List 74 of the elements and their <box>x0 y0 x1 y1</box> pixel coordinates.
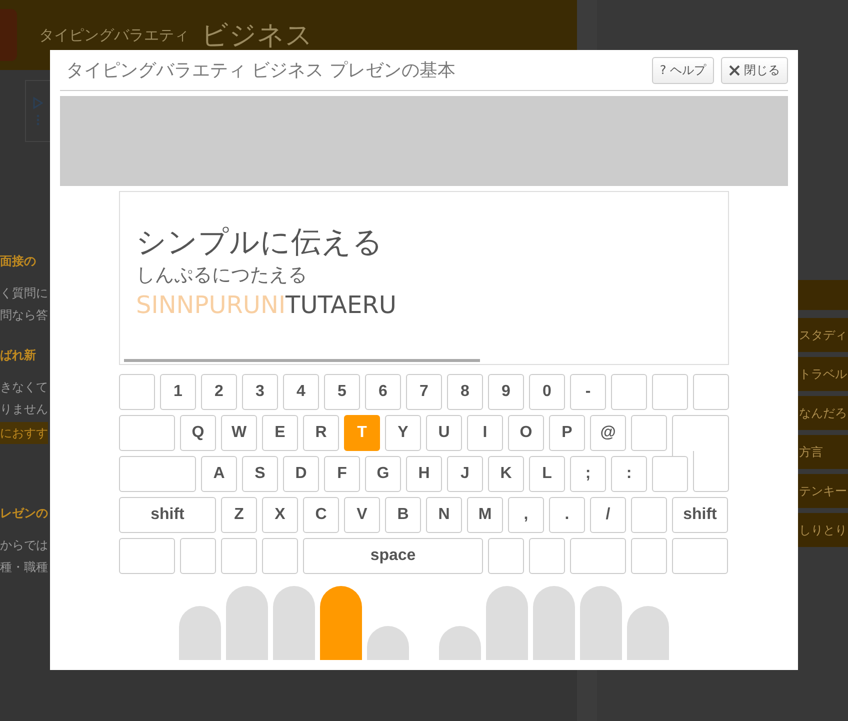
keyboard-key: 9 <box>488 374 524 410</box>
keyboard-key: space <box>303 538 483 574</box>
keyboard-key: O <box>508 415 544 451</box>
keyboard-key: 4 <box>283 374 319 410</box>
menu-item[interactable]: 方言 <box>797 435 848 469</box>
article-text: からでは <box>0 537 48 554</box>
keyboard-key: I <box>467 415 503 451</box>
keyboard-key: . <box>549 497 585 533</box>
keyboard-key: W <box>221 415 257 451</box>
close-icon <box>729 64 740 76</box>
keyboard-key: T <box>344 415 380 451</box>
menu-item[interactable]: スタディ <box>797 318 848 352</box>
menu-item[interactable]: なんだろ <box>797 396 848 430</box>
keyboard-key: 0 <box>529 374 565 410</box>
keyboard-key: M <box>467 497 503 533</box>
article-title: 面接の <box>0 253 36 270</box>
keyboard-key: 2 <box>201 374 237 410</box>
article-text: 種・職種 <box>0 559 48 576</box>
keyboard-key: U <box>426 415 462 451</box>
keyboard-key: Z <box>221 497 257 533</box>
article-title: レゼンの <box>0 505 48 522</box>
keyboard-key: J <box>447 456 483 492</box>
article-title: ばれ新 <box>0 347 36 364</box>
word-reading: しんぷるにつたえる <box>136 263 308 288</box>
keyboard-key: / <box>590 497 626 533</box>
keyboard-key: N <box>426 497 462 533</box>
keyboard-key: L <box>529 456 565 492</box>
close-button[interactable]: 閉じる <box>721 56 788 84</box>
keyboard-key: C <box>303 497 339 533</box>
keyboard-key: H <box>406 456 442 492</box>
section-title: ビジネス <box>201 19 313 53</box>
keyboard-key: P <box>549 415 585 451</box>
keyboard-key: 1 <box>160 374 196 410</box>
keyboard-key: - <box>570 374 606 410</box>
article-tag: におすす <box>0 422 48 444</box>
keyboard-key: F <box>324 456 360 492</box>
keyboard-key: @ <box>590 415 626 451</box>
keyboard-key: Y <box>385 415 421 451</box>
menu-item[interactable]: トラベル <box>797 357 848 391</box>
keyboard-key: , <box>508 497 544 533</box>
keyboard-key: 5 <box>324 374 360 410</box>
keyboard-key: G <box>365 456 401 492</box>
keyboard-key: B <box>385 497 421 533</box>
article-text: 問なら答 <box>0 307 48 324</box>
keyboard-key: D <box>283 456 319 492</box>
keyboard-key: shift <box>119 497 216 533</box>
keyboard-key: 8 <box>447 374 483 410</box>
typed-romaji: SINNPURUNI <box>136 290 286 321</box>
keyboard-key: ; <box>570 456 606 492</box>
keyboard-key: Q <box>180 415 216 451</box>
keyboard-key: R <box>303 415 339 451</box>
keyboard-key: 7 <box>406 374 442 410</box>
article-text: く質問に <box>0 285 48 302</box>
keyboard-key: X <box>262 497 298 533</box>
article-text: りません <box>0 401 48 418</box>
keyboard-key: V <box>344 497 380 533</box>
menu-header <box>797 280 848 310</box>
dialog-title: タイピングバラエティ ビジネス プレゼンの基本 <box>66 59 456 82</box>
keyboard-key: 6 <box>365 374 401 410</box>
keyboard-key: A <box>201 456 237 492</box>
keyboard-key: shift <box>672 497 728 533</box>
help-button[interactable]: ? ヘルプ <box>652 56 714 84</box>
keyboard-key: : <box>611 456 647 492</box>
keyboard-key: E <box>262 415 298 451</box>
keyboard-key: K <box>488 456 524 492</box>
remaining-romaji: TUTAERU <box>286 290 396 321</box>
menu-item[interactable]: テンキー <box>797 474 848 508</box>
keyboard-key: S <box>242 456 278 492</box>
word-text: シンプルに伝える <box>136 224 384 262</box>
play-icon <box>33 96 43 126</box>
article-text: きなくて <box>0 379 48 396</box>
site-name: タイピングバラエティ <box>39 26 189 44</box>
keyboard-key: 3 <box>242 374 278 410</box>
menu-item[interactable]: しりとり <box>797 513 848 547</box>
